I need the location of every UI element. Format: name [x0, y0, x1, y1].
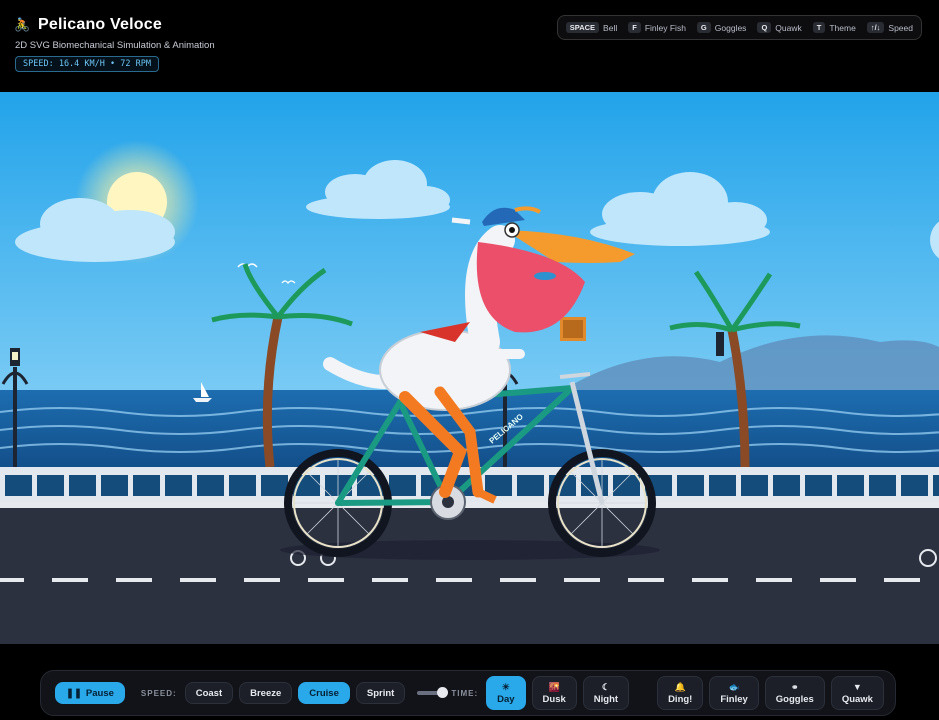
- shortcut-fish: F Finley Fish: [628, 22, 686, 33]
- pause-button[interactable]: ❚❚ Pause: [55, 682, 125, 704]
- pause-button-label: Pause: [85, 687, 114, 699]
- goggles-label: Goggles: [775, 693, 814, 705]
- speed-sprint-button[interactable]: Sprint: [355, 682, 406, 704]
- shortcut-quawk: Q Quawk: [757, 22, 802, 33]
- animation-canvas: PELICANO: [0, 92, 939, 644]
- shortcut-label: Bell: [603, 22, 618, 33]
- time-dusk-label: Dusk: [542, 693, 566, 705]
- finley-label: Finley: [720, 693, 748, 705]
- goggles-button[interactable]: ⚭ Goggles: [764, 676, 825, 710]
- app-header: 🚴 Pelicano Veloce: [14, 16, 162, 34]
- lane-markings: [0, 578, 920, 582]
- road: [0, 502, 939, 644]
- shortcut-key: ↑/↓: [866, 22, 885, 33]
- speed-label: SPEED:: [140, 688, 177, 698]
- street-lamp: [716, 332, 724, 356]
- time-night-button[interactable]: ☾ Night: [582, 676, 630, 710]
- moon-icon: ☾: [601, 681, 610, 692]
- keyboard-shortcuts: SPACE Bell F Finley Fish G Goggles Q Quawk T…: [556, 15, 922, 40]
- time-day-button[interactable]: ☀ Day: [486, 676, 526, 710]
- shortcut-key: F: [628, 22, 641, 33]
- shortcut-label: Goggles: [714, 22, 747, 33]
- app-title: Pelicano Veloce: [38, 16, 162, 33]
- speed-breeze-button[interactable]: Breeze: [239, 682, 293, 704]
- pause-icon: ❚❚: [66, 687, 82, 699]
- shortcut-speed: ↑/↓ Speed: [866, 22, 913, 33]
- app-subtitle: 2D SVG Biomechanical Simulation & Animat…: [15, 40, 215, 51]
- quawk-button[interactable]: ▼ Quawk: [830, 676, 884, 710]
- scene-svg: PELICANO: [0, 92, 939, 644]
- sun-icon: ☀: [501, 681, 510, 692]
- shortcut-theme: T Theme: [812, 22, 856, 33]
- speed-slider-thumb[interactable]: [436, 687, 448, 698]
- bottom-bar: ❚❚ Pause SPEED: Coast Breeze Cruise Spri…: [0, 644, 939, 720]
- shortcut-key: T: [812, 22, 826, 33]
- control-panel: ❚❚ Pause SPEED: Coast Breeze Cruise Spri…: [40, 670, 896, 716]
- ding-button[interactable]: 🔔 Ding!: [657, 676, 704, 710]
- ding-label: Ding!: [668, 693, 693, 705]
- goggles-icon: ⚭: [791, 681, 799, 692]
- shortcut-label: Theme: [829, 22, 856, 33]
- time-label: TIME:: [451, 688, 479, 698]
- cyclist-icon: 🚴: [14, 17, 31, 32]
- time-night-label: Night: [593, 693, 619, 705]
- speed-coast-button[interactable]: Coast: [184, 682, 234, 704]
- fish-icon: 🐟: [728, 681, 740, 692]
- shortcut-label: Quawk: [775, 22, 802, 33]
- shortcut-key: G: [696, 22, 711, 33]
- bell-icon: 🔔: [674, 681, 686, 692]
- sunset-icon: 🌇: [548, 681, 560, 692]
- shortcut-key: SPACE: [565, 22, 600, 33]
- speed-readout: SPEED: 16.4 KM/H • 72 RPM: [15, 56, 159, 72]
- shortcut-label: Speed: [888, 22, 913, 33]
- time-dusk-button[interactable]: 🌇 Dusk: [531, 676, 577, 710]
- quawk-label: Quawk: [841, 693, 873, 705]
- beak-icon: ▼: [852, 681, 862, 692]
- shortcut-bell: SPACE Bell: [565, 22, 618, 33]
- speed-cruise-button[interactable]: Cruise: [298, 682, 350, 704]
- shortcut-goggles: G Goggles: [696, 22, 747, 33]
- top-bar: 🚴 Pelicano Veloce 2D SVG Biomechanical S…: [0, 0, 939, 92]
- curb: [0, 502, 939, 508]
- time-day-label: Day: [497, 693, 515, 705]
- finley-button[interactable]: 🐟 Finley: [709, 676, 759, 710]
- shortcut-key: Q: [757, 22, 772, 33]
- shortcut-label: Finley Fish: [644, 22, 686, 33]
